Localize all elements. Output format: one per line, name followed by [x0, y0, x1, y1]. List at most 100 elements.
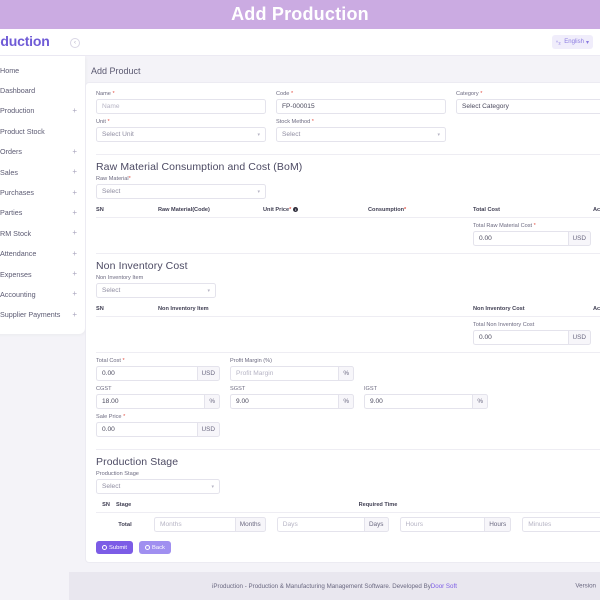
time-field-days: Days Days	[276, 517, 389, 532]
sidebar-item-label: Sales	[0, 167, 18, 177]
svg-text:文: 文	[559, 41, 562, 45]
chevron-down-icon: ▾	[207, 287, 210, 294]
info-icon[interactable]: i	[293, 207, 299, 213]
field-non-inventory-item: Non Inventory Item Select ▾	[96, 275, 216, 298]
non-inventory-total-row: Total Non Inventory Cost 0.00 USD	[96, 317, 600, 345]
total-cost-label: Total Cost *	[96, 358, 125, 364]
page-title: Add Product	[91, 66, 141, 76]
code-label: Code *	[276, 91, 294, 97]
form-actions: Submit Back	[96, 541, 600, 554]
back-circle-icon	[145, 545, 151, 550]
language-selector[interactable]: A 文 English ▾	[552, 35, 593, 49]
app-brand-logo[interactable]: iProduction	[0, 33, 50, 49]
non-inventory-total-label: Total Non Inventory Cost	[473, 322, 535, 328]
col-stage: Stage	[116, 502, 132, 508]
sgst-suffix: %	[338, 394, 354, 409]
bom-total-field: Total Raw Material Cost * 0.00 USD	[473, 223, 591, 246]
time-input-months[interactable]: Months	[154, 517, 235, 532]
chevron-down-icon: ▾	[437, 131, 440, 138]
divider	[96, 253, 600, 254]
sidebar-item-label: Parties	[0, 208, 23, 218]
sale-price-label: Sale Price *	[96, 414, 126, 420]
required-time-inputs: MonthsMonths DaysDays HoursHours MinutesMin…	[154, 517, 600, 532]
time-suffix-hours: Hours	[484, 517, 512, 532]
stock-method-select[interactable]: Select ▾	[276, 127, 446, 142]
sidebar-item-label: Product Stock	[0, 126, 45, 136]
stock-method-select-value: Select	[282, 131, 301, 138]
production-stage-total-label: Total	[118, 521, 132, 528]
time-input-hours[interactable]: Hours	[399, 517, 485, 532]
non-inventory-item-label: Non Inventory Item	[96, 275, 144, 281]
production-stage-select[interactable]: Select ▾	[96, 479, 220, 494]
profit-margin-label: Profit Margin (%)	[230, 358, 272, 364]
igst-input[interactable]: 9.00	[364, 394, 473, 409]
non-inventory-table-header: SN Non Inventory Item Non Inventory Cost…	[96, 303, 600, 317]
cgst-label: CGST	[96, 386, 112, 392]
category-select[interactable]: Select Category	[456, 99, 600, 114]
sale-price-input[interactable]: 0.00	[96, 422, 197, 437]
raw-material-select-value: Select	[102, 188, 121, 195]
col-non-inventory-item: Non Inventory Item	[158, 306, 209, 312]
time-input-minutes[interactable]: Minutes	[522, 517, 600, 532]
field-name: Name * Name	[96, 91, 266, 114]
top-navbar: iProduction ‹ A 文 English ▾	[0, 29, 600, 56]
profit-margin-suffix: %	[338, 366, 354, 381]
non-inventory-item-select[interactable]: Select ▾	[96, 283, 216, 298]
unit-select-value: Select Unit	[102, 131, 134, 138]
code-input[interactable]: FP-000015	[276, 99, 446, 114]
sidebar-item-label: Home	[0, 65, 20, 75]
sidebar-collapse-icon[interactable]: ‹	[70, 38, 80, 48]
chevron-down-icon: ▾	[585, 39, 589, 46]
field-sale-price: Sale Price * 0.00 USD	[96, 414, 220, 437]
stock-method-label: Stock Method *	[276, 119, 314, 125]
total-cost-input[interactable]: 0.00	[96, 366, 197, 381]
chevron-left-glyph: ‹	[74, 40, 76, 46]
field-raw-material: Raw Material* Select ▾	[96, 176, 266, 199]
col-consumption: Consumption*	[368, 207, 407, 213]
raw-material-select[interactable]: Select ▾	[96, 184, 266, 199]
unit-label: Unit *	[96, 119, 110, 125]
chevron-down-icon: ▾	[257, 131, 260, 138]
sale-price-suffix: USD	[196, 422, 220, 437]
col-sn: SN	[96, 207, 104, 213]
sidebar-item-label: Dashboard	[0, 86, 36, 96]
col-required-time: Required Time	[358, 502, 398, 508]
col-non-inventory-cost: Non Inventory Cost	[473, 306, 525, 312]
bom-total-input[interactable]: 0.00	[473, 231, 568, 246]
cost-row-1: Total Cost * 0.00 USD Profit Margin (%) …	[96, 358, 600, 386]
igst-suffix: %	[472, 394, 488, 409]
sidebar-item-label: Expenses	[0, 269, 32, 279]
sidebar-item-label: RM Stock	[0, 228, 32, 238]
svg-text:A: A	[556, 39, 558, 43]
raw-material-label: Raw Material*	[96, 176, 131, 182]
field-code: Code * FP-000015	[276, 91, 446, 114]
submit-button[interactable]: Submit	[96, 541, 134, 554]
bom-total-currency: USD	[567, 231, 591, 246]
footer-text: iProduction - Production & Manufacturing…	[212, 582, 431, 590]
cost-row-3: Sale Price * 0.00 USD	[96, 414, 600, 442]
non-inventory-total-input[interactable]: 0.00	[473, 330, 568, 345]
cgst-input[interactable]: 18.00	[96, 394, 205, 409]
field-igst: IGST 9.00 %	[364, 386, 488, 409]
col-unit-price: Unit Price* i	[263, 206, 299, 213]
unit-select[interactable]: Select Unit ▾	[96, 127, 266, 142]
page-banner: Add Production	[0, 0, 600, 29]
cgst-suffix: %	[204, 394, 220, 409]
sidebar-item-label: Accounting	[0, 289, 36, 299]
sgst-input[interactable]: 9.00	[230, 394, 339, 409]
sidebar-item-label: Production	[0, 106, 35, 116]
sidebar-item-label: Supplier Payments	[0, 310, 61, 320]
main-content: Add Product Name * Name Code * FP-000015…	[69, 56, 600, 566]
back-button[interactable]: Back	[139, 541, 171, 554]
translate-icon: A 文	[556, 39, 562, 45]
non-inventory-total-currency: USD	[567, 330, 591, 345]
name-input[interactable]: Name	[96, 99, 266, 114]
product-fields-row-2: Unit * Select Unit ▾ Stock Method * Sele…	[96, 119, 600, 147]
time-field-minutes: MinutesMinutes	[522, 517, 600, 532]
profit-margin-input[interactable]: Profit Margin	[230, 366, 339, 381]
footer-developer-link[interactable]: Door Soft	[431, 583, 457, 590]
product-fields-row-1: Name * Name Code * FP-000015 Category * …	[96, 91, 600, 119]
back-button-label: Back	[152, 544, 165, 551]
field-profit-margin: Profit Margin (%) Profit Margin %	[230, 358, 354, 381]
time-input-days[interactable]: Days	[276, 517, 364, 532]
